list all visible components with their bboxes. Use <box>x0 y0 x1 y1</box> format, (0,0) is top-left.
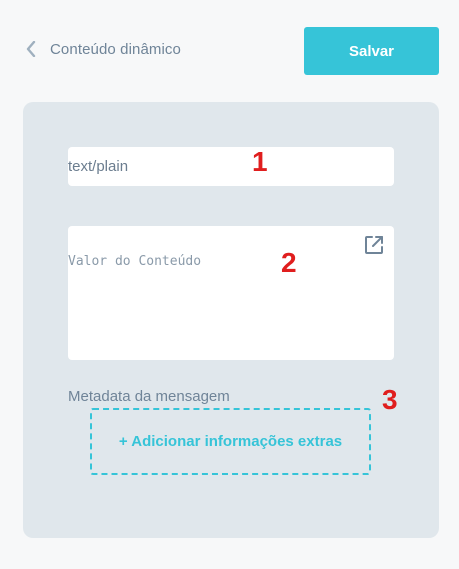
content-type-value: text/plain <box>68 158 129 175</box>
content-value-textarea[interactable] <box>68 254 358 354</box>
content-type-field[interactable]: text/plain <box>68 147 394 186</box>
save-button[interactable]: Salvar <box>304 27 439 75</box>
open-in-new-icon[interactable] <box>363 234 385 256</box>
page-title: Conteúdo dinâmico <box>50 40 181 58</box>
header: Conteúdo dinâmico Salvar <box>0 0 459 100</box>
chevron-left-icon[interactable] <box>24 38 38 60</box>
content-value-box <box>68 226 394 360</box>
annotation-marker-3: 3 <box>382 384 398 415</box>
annotation-marker-2: 2 <box>281 247 297 278</box>
add-extra-info-button[interactable]: + Adicionar informações extras <box>90 408 371 475</box>
back-button[interactable]: Conteúdo dinâmico <box>24 38 181 60</box>
annotation-marker-1: 1 <box>252 146 268 177</box>
dynamic-content-panel: text/plain Metadata da mensagem + Adicio… <box>23 102 439 538</box>
metadata-label: Metadata da mensagem <box>68 388 230 405</box>
